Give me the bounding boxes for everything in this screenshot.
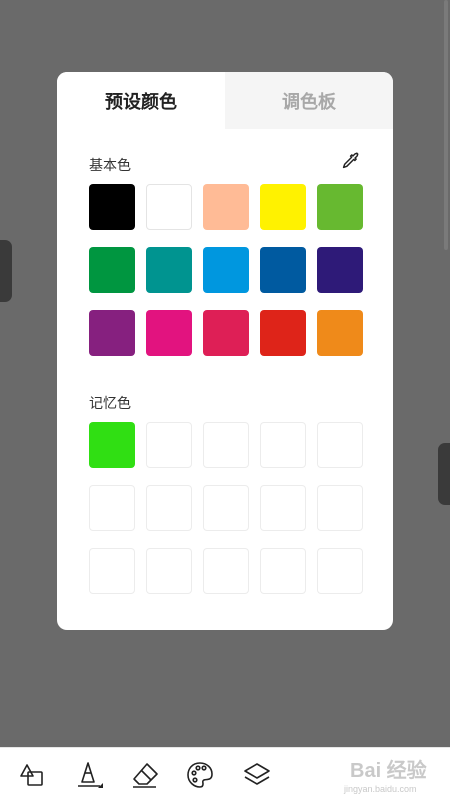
- eraser-icon[interactable]: [130, 760, 160, 790]
- bottom-toolbar: Bai 经验 jingyan.baidu.com: [0, 747, 450, 800]
- right-drawer-handle[interactable]: [438, 443, 450, 505]
- memory-empty-slot[interactable]: [260, 422, 306, 468]
- eyedropper-icon[interactable]: [339, 150, 361, 172]
- memory-empty-slot[interactable]: [260, 485, 306, 531]
- basic-color-swatch[interactable]: [203, 184, 249, 230]
- memory-empty-slot[interactable]: [203, 485, 249, 531]
- watermark-logo-text: Bai 经验: [350, 760, 427, 782]
- basic-color-swatch[interactable]: [89, 310, 135, 356]
- palette-icon[interactable]: [185, 760, 215, 790]
- scroll-indicator: [444, 0, 448, 250]
- memory-empty-slot[interactable]: [146, 422, 192, 468]
- memory-empty-slot[interactable]: [89, 485, 135, 531]
- left-drawer-handle[interactable]: [0, 240, 12, 302]
- memory-color-grid: [89, 422, 363, 594]
- basic-color-swatch[interactable]: [203, 310, 249, 356]
- basic-color-swatch[interactable]: [146, 247, 192, 293]
- basic-color-swatch[interactable]: [89, 184, 135, 230]
- basic-color-swatch[interactable]: [317, 184, 363, 230]
- memory-empty-slot[interactable]: [260, 548, 306, 594]
- color-picker-panel: 预设颜色 调色板 基本色 记忆色: [57, 72, 393, 630]
- shapes-icon[interactable]: [17, 760, 47, 790]
- basic-color-swatch[interactable]: [146, 310, 192, 356]
- memory-empty-slot[interactable]: [89, 548, 135, 594]
- watermark-url: jingyan.baidu.com: [344, 784, 417, 794]
- basic-colors-label: 基本色: [89, 158, 131, 174]
- watermark: Bai 经验 jingyan.baidu.com: [344, 754, 436, 794]
- color-tabs: 预设颜色 调色板: [57, 72, 393, 129]
- memory-empty-slot[interactable]: [317, 548, 363, 594]
- memory-empty-slot[interactable]: [203, 548, 249, 594]
- basic-color-swatch[interactable]: [260, 184, 306, 230]
- basic-color-swatch[interactable]: [146, 184, 192, 230]
- basic-color-swatch[interactable]: [260, 247, 306, 293]
- memory-empty-slot[interactable]: [146, 548, 192, 594]
- tab-preset-colors[interactable]: 预设颜色: [57, 72, 225, 129]
- basic-color-grid: [89, 184, 363, 356]
- memory-color-swatch[interactable]: [89, 422, 135, 468]
- memory-colors-label: 记忆色: [89, 396, 131, 412]
- basic-color-swatch[interactable]: [317, 247, 363, 293]
- basic-color-swatch[interactable]: [317, 310, 363, 356]
- memory-empty-slot[interactable]: [317, 485, 363, 531]
- basic-color-swatch[interactable]: [89, 247, 135, 293]
- pen-icon[interactable]: [75, 760, 105, 790]
- basic-color-swatch[interactable]: [260, 310, 306, 356]
- memory-empty-slot[interactable]: [203, 422, 249, 468]
- tab-palette[interactable]: 调色板: [225, 72, 393, 129]
- memory-empty-slot[interactable]: [146, 485, 192, 531]
- basic-color-swatch[interactable]: [203, 247, 249, 293]
- memory-empty-slot[interactable]: [317, 422, 363, 468]
- layers-icon[interactable]: [242, 760, 272, 790]
